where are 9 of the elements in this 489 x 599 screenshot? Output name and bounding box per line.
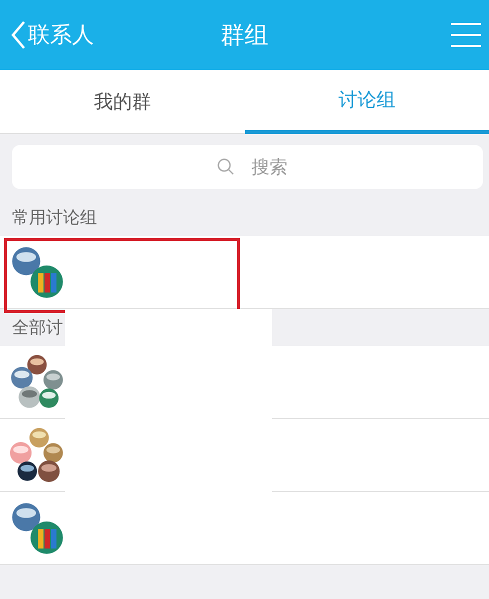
- back-chevron-icon: [10, 20, 26, 50]
- back-button[interactable]: 联系人: [10, 20, 94, 50]
- section-header: 全部讨: [12, 317, 63, 339]
- nav-title: 群组: [220, 20, 268, 51]
- section-header: 常用讨论组: [12, 207, 97, 229]
- tab[interactable]: 我的群: [0, 70, 244, 134]
- search-field[interactable]: 搜索: [12, 145, 483, 189]
- tab[interactable]: 讨论组: [244, 70, 489, 134]
- search-icon: [217, 158, 235, 176]
